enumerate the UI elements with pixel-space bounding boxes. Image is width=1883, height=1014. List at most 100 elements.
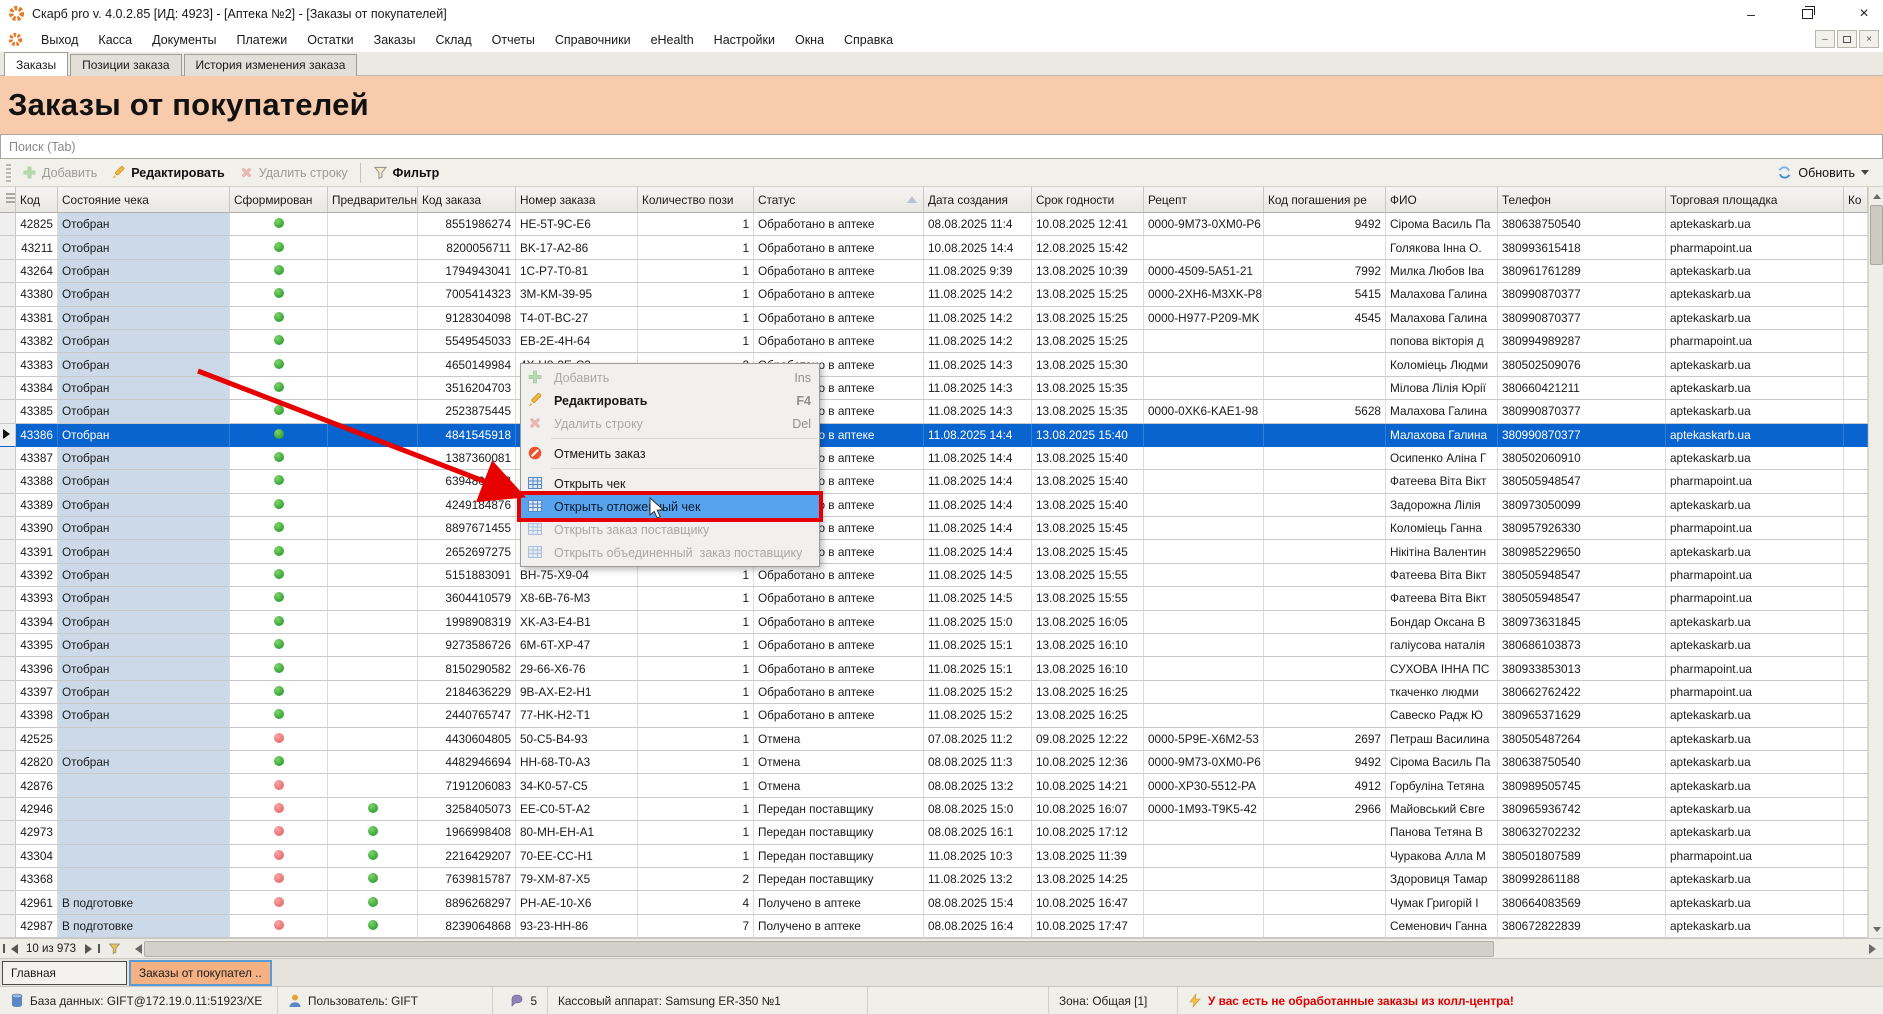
table-row[interactable]: 43397Отобран21846362299B-AX-E2-H11Обрабо… [0,681,1868,704]
filter-button[interactable]: Фильтр [366,162,447,183]
table-row[interactable]: 42825Отобран8551986274HE-5T-9C-E61Обрабо… [0,213,1868,236]
column-header[interactable]: Количество пози [638,187,754,213]
messages-icon [510,993,524,1008]
pager-filter-icon[interactable] [108,942,121,955]
hscroll-left-button[interactable] [127,939,144,959]
table-row[interactable]: 43211Отобран8200056711BK-17-A2-861Обрабо… [0,236,1868,259]
table-row[interactable]: 43385Отобран25238754455C-84-H8-X11Обрабо… [0,400,1868,423]
menu-item-Выход[interactable]: Выход [31,30,88,50]
menu-item-Справка[interactable]: Справка [834,30,903,50]
column-header[interactable]: Состояние чека [58,187,230,213]
last-page-button[interactable] [82,939,102,959]
table-row[interactable]: 43304221642920770-EE-CC-H11Передан поста… [0,845,1868,868]
column-header[interactable]: Рецепт [1144,187,1264,213]
status-dot-green [274,359,284,369]
tab-Заказы[interactable]: Заказы [4,52,68,76]
menu-item-Документы[interactable]: Документы [142,30,226,50]
menu-item-eHealth[interactable]: eHealth [641,30,704,50]
table-row[interactable]: 43390Отобран8897671455KC-T8-A0-X61Обрабо… [0,517,1868,540]
menu-item-Отчеты[interactable]: Отчеты [482,30,545,50]
refresh-dropdown-caret[interactable] [1861,170,1869,179]
menu-item-Остатки[interactable]: Остатки [297,30,363,50]
context-menu-item-открыть-объединенный-заказ-поставщику[interactable]: Открыть объединенный заказ поставщику [521,541,819,564]
refresh-icon [1777,165,1792,180]
column-header[interactable]: Код заказа [418,187,516,213]
refresh-button[interactable]: Обновить [1777,165,1869,180]
table-row[interactable]: 43396Отобран815029058229-66-X6-761Обрабо… [0,657,1868,680]
hscroll-right-button[interactable] [1866,939,1883,959]
table-row[interactable]: 43395Отобран92735867266M-6T-XP-471Обрабо… [0,634,1868,657]
table-row[interactable]: 43394Отобран1998908319XK-A3-E4-B11Обрабо… [0,611,1868,634]
table-row[interactable]: 42525443060480550-C5-B4-931Отмена07.08.2… [0,728,1868,751]
horizontal-scroll-thumb[interactable] [144,941,1494,957]
column-header[interactable]: Предварительны [328,187,418,213]
table-row[interactable]: 43383Отобран46501499844X-H8-3E-C32Обрабо… [0,353,1868,376]
table-row[interactable]: 43264Отобран17949430411C-P7-T0-811Обрабо… [0,260,1868,283]
column-header[interactable]: Срок годности [1032,187,1144,213]
menu-item-Окна[interactable]: Окна [785,30,834,50]
vertical-scrollbar[interactable] [1868,187,1883,938]
table-row[interactable]: 42820Отобран4482946694HH-68-T0-A31Отмена… [0,751,1868,774]
context-menu-item-редактировать[interactable]: РедактироватьF4 [521,389,819,412]
table-row[interactable]: 43393Отобран3604410579X8-6B-76-M31Обрабо… [0,587,1868,610]
edit-button[interactable]: Редактировать [104,162,231,183]
context-menu-item-добавить[interactable]: ДобавитьIns [521,366,819,389]
table-row[interactable]: 42876719120608334-K0-57-C51Отмена08.08.2… [0,774,1868,797]
column-header[interactable]: Дата создания [924,187,1032,213]
orders-table: КодСостояние чекаСформированПредваритель… [0,187,1868,938]
scroll-up-button[interactable] [1869,187,1883,204]
table-row[interactable]: 43368763981578779-XM-87-X52Передан поста… [0,868,1868,891]
table-row[interactable]: 43388Отобран639480524332-EA-7T-X41Обрабо… [0,470,1868,493]
table-row[interactable]: 43391Отобран2652697275K3-37-X8-121Обрабо… [0,540,1868,563]
context-menu-item-открыть-отложенный-чек[interactable]: Открыть отложенный чек [521,495,819,518]
column-header[interactable]: Номер заказа [516,187,638,213]
table-row[interactable]: 43380Отобран70054143233M-KM-39-951Обрабо… [0,283,1868,306]
bottom-tab-home[interactable]: Главная [2,961,127,985]
mdi-restore-button[interactable] [1837,30,1857,48]
table-row[interactable]: 43392Отобран5151883091BH-75-X9-041Обрабо… [0,564,1868,587]
first-page-button[interactable] [0,939,20,959]
table-row[interactable]: 43387Отобран138736008114-00-BE-111Обрабо… [0,447,1868,470]
mdi-close-button[interactable]: × [1859,30,1879,48]
context-menu-item-открыть-заказ-поставщику[interactable]: Открыть заказ поставщику [521,518,819,541]
menu-item-Настройки[interactable]: Настройки [704,30,785,50]
menu-item-Касса[interactable]: Касса [88,30,142,50]
context-menu-item-отменить-заказ[interactable]: Отменить заказ [521,442,819,465]
tab-История изменения заказа[interactable]: История изменения заказа [184,54,358,76]
menu-item-Склад[interactable]: Склад [425,30,481,50]
tab-Позиции заказа[interactable]: Позиции заказа [70,54,181,76]
minimize-button[interactable]: – [1738,6,1764,22]
table-row[interactable]: 43382Отобран5549545033EB-2E-4H-641Обрабо… [0,330,1868,353]
add-button[interactable]: Добавить [15,162,104,183]
table-row[interactable]: 42987В подготовке823906486893-23-HH-867П… [0,915,1868,938]
scroll-down-button[interactable] [1869,921,1883,938]
vertical-scroll-thumb[interactable] [1870,205,1883,265]
mdi-minimize-button[interactable]: – [1815,30,1835,48]
column-header[interactable]: Код погашения ре [1264,187,1386,213]
context-menu-item-открыть-чек[interactable]: Открыть чек [521,472,819,495]
delete-row-button[interactable]: Удалить строку [232,162,355,183]
column-header[interactable]: Код [16,187,58,213]
column-header[interactable]: Ко [1844,187,1868,213]
table-row[interactable]: 43389Отобран4249184876M3-28-P7-631Обрабо… [0,494,1868,517]
search-input[interactable] [0,134,1883,159]
menu-item-Справочники[interactable]: Справочники [545,30,641,50]
column-header[interactable]: Статус [754,187,924,213]
column-header[interactable]: Торговая площадка [1666,187,1844,213]
table-row[interactable]: 42961В подготовке8896268297PH-AE-10-X64П… [0,891,1868,914]
restore-button[interactable] [1802,9,1813,19]
context-menu-item-удалить-строку[interactable]: Удалить строкуDel [521,412,819,435]
column-header[interactable]: ФИО [1386,187,1498,213]
table-row[interactable]: 42973196699840880-MH-EH-A11Передан поста… [0,821,1868,844]
table-row[interactable]: 43381Отобран9128304098T4-0T-BC-271Обрабо… [0,307,1868,330]
column-header[interactable]: Сформирован [230,187,328,213]
bottom-tab-active[interactable]: Заказы от покупател .. [130,961,271,985]
menu-item-Платежи[interactable]: Платежи [227,30,298,50]
table-row[interactable]: 43398Отобран244076574777-HK-H2-T11Обрабо… [0,704,1868,727]
column-header[interactable]: Телефон [1498,187,1666,213]
table-row[interactable]: 429463258405073EE-C0-5T-A21Передан поста… [0,798,1868,821]
close-button[interactable]: × [1851,5,1877,23]
menu-item-Заказы[interactable]: Заказы [364,30,426,50]
table-row[interactable]: 43384Отобран35162047033K-B5-MT-H23Обрабо… [0,377,1868,400]
table-row[interactable]: 43386Отобран4841545918TK-4E-XC-K31Обрабо… [0,424,1868,447]
